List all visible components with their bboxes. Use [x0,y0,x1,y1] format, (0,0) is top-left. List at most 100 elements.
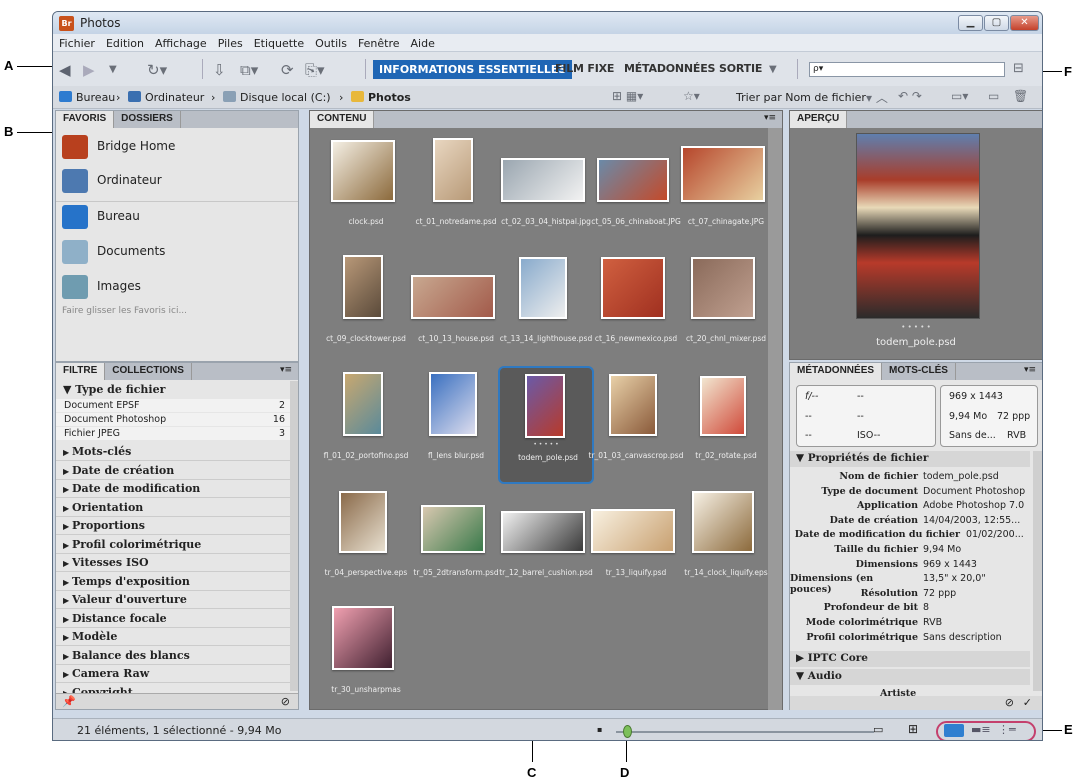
breadcrumb-disk[interactable]: Disque local (C:) [240,91,331,104]
metadata-value[interactable]: Sans description [923,632,1038,643]
menu-aide[interactable]: Aide [405,34,440,50]
search-options-icon[interactable]: ⊟ [1013,61,1024,76]
thumbnail-item[interactable]: tr_02_rotate.psd [678,366,774,484]
filter-category[interactable]: ▶ Modèle [56,628,293,646]
thumbnail-item[interactable]: ct_02_03_04_histpal.jpg [498,132,594,250]
menu-piles[interactable]: Piles [212,34,248,50]
metadata-value[interactable]: 01/02/200... [966,529,1036,540]
camera-download-icon[interactable]: ⇩ [213,61,226,79]
metadata-value[interactable]: Adobe Photoshop 7.0 [923,500,1038,511]
filter-category[interactable]: ▶ Mots-clés [56,443,293,461]
filter-category[interactable]: ▶ Date de création [56,462,293,480]
star-filter-icon[interactable]: ☆▾ [683,89,700,103]
maximize-button[interactable]: ▢ [984,15,1009,31]
metadata-section-iptc[interactable]: ▶ IPTC Core [790,651,1030,667]
thumbnail-quality-icon[interactable]: ⊞ ▦▾ [612,89,643,103]
metadata-section-audio[interactable]: ▼ Audio [790,669,1030,685]
thumbnail-item[interactable]: clock.psd [318,132,414,250]
thumbnail-item[interactable]: ct_07_chinagate.JPG [678,132,774,250]
tab-apercu[interactable]: APERÇU [790,111,848,128]
tab-mots-cles[interactable]: MOTS-CLÉS [882,363,956,380]
favorite-documents[interactable]: Documents [62,238,292,268]
filter-filetype-epsf[interactable]: Document EPSF 2 [56,399,293,412]
metadata-value[interactable]: 13,5" x 20,0" [923,573,1038,584]
filter-filetype-psd[interactable]: Document Photoshop 16 [56,413,293,426]
thumbnail-item[interactable]: tr_12_barrel_cushion.psd [498,483,594,601]
menu-outils[interactable]: Outils [309,34,352,50]
panel-menu-icon[interactable]: ▾≡ [1024,365,1036,375]
filter-category[interactable]: ▶ Proportions [56,517,293,535]
thumbnail-item[interactable]: fl_01_02_portofino.psd [318,366,414,484]
details-view-icon[interactable]: ▬≡ [971,723,991,736]
zoom-small-icon[interactable]: ▪ [597,725,602,734]
trash-icon[interactable]: 🗑 [1013,89,1028,103]
metadata-value[interactable]: RVB [923,617,1038,628]
pin-icon[interactable]: 📌 [62,695,76,708]
new-folder-icon[interactable]: ▭ [988,89,999,103]
recent-files-icon[interactable]: ↻▾ [147,61,167,79]
workspace-chevron-down-icon[interactable]: ▼ [769,64,777,75]
preview-rating-dots[interactable]: • • • • • [790,323,1042,331]
thumbnail-item[interactable]: ct_10_13_house.psd [408,249,504,367]
search-input[interactable]: ρ▾ [809,62,1005,77]
thumbnail-zoom-slider[interactable] [616,731,874,733]
panel-menu-icon[interactable]: ▾≡ [764,113,776,123]
tab-favoris[interactable]: FAVORIS [56,111,115,128]
metadata-value[interactable]: 8 [923,602,1038,613]
filter-category[interactable]: ▶ Temps d'exposition [56,573,293,591]
favorite-images[interactable]: Images [62,273,292,303]
sort-order-icon[interactable]: ▾ ︿ [866,89,888,106]
metadata-value[interactable]: todem_pole.psd [923,471,1038,482]
tab-dossiers[interactable]: DOSSIERS [114,111,181,128]
thumbnail-item[interactable]: tr_30_unsharpmas [318,600,414,718]
zoom-large-icon[interactable]: ▭ [873,723,883,736]
thumbnail-item[interactable]: ct_05_06_chinaboat.JPG [588,132,684,250]
workspace-metadata-tab[interactable]: MÉTADONNÉES [624,62,715,75]
workspace-essentials-tab[interactable]: INFORMATIONS ESSENTIELLES [373,60,573,79]
thumbnail-item[interactable]: fl_lens blur.psd [408,366,504,484]
menu-fichier[interactable]: Fichier [53,34,100,50]
menu-affichage[interactable]: Affichage [149,34,212,50]
filter-category[interactable]: ▶ Balance des blancs [56,647,293,665]
list-view-icon[interactable]: ⋮═ [998,723,1016,736]
thumbnail-item[interactable]: tr_14_clock_liquify.eps [678,483,774,601]
metadata-value[interactable]: 969 x 1443 [923,559,1038,570]
sort-dropdown[interactable]: Trier par Nom de fichier [736,91,866,104]
chevron-down-icon[interactable]: ▼ [109,64,117,75]
cancel-icon[interactable]: ⊘ [1005,696,1014,709]
back-arrow-icon[interactable]: ◀ [59,61,71,79]
open-folder-icon[interactable]: ▭▾ [951,89,968,103]
rating-dots[interactable]: • • • • • [500,441,592,448]
thumbnail-item[interactable]: ct_09_clocktower.psd [318,249,414,367]
tab-contenu[interactable]: CONTENU [310,111,375,128]
zoom-slider-handle[interactable] [623,725,632,738]
metadata-value[interactable]: 14/04/2003, 12:55... [923,515,1038,526]
metadata-value[interactable]: 72 ppp [923,588,1038,599]
menu-etiquette[interactable]: Etiquette [248,34,309,50]
rotate-left-icon[interactable]: ↶ ↷ [898,89,922,103]
output-icon[interactable]: ⎘▾ [305,61,325,79]
filter-filetype-header[interactable]: ▼ Type de fichier [56,381,293,399]
filter-category[interactable]: ▶ Vitesses ISO [56,554,293,572]
tab-collections[interactable]: COLLECTIONS [105,363,192,380]
filter-category[interactable]: ▶ Distance focale [56,610,293,628]
metadata-section-header[interactable]: ▼ Propriétés de fichier [790,451,1030,467]
workspace-filmstrip-tab[interactable]: FILM FIXE [555,62,614,75]
breadcrumb-ordinateur[interactable]: Ordinateur [145,91,204,104]
filter-category[interactable]: ▶ Camera Raw [56,665,293,683]
preview-image[interactable] [856,133,980,319]
filter-filetype-jpeg[interactable]: Fichier JPEG 3 [56,427,293,440]
workspace-output-tab[interactable]: SORTIE [719,62,762,75]
thumbnail-item[interactable]: ct_16_newmexico.psd [588,249,684,367]
filter-category[interactable]: ▶ Profil colorimétrique [56,536,293,554]
thumbnail-item[interactable]: ct_13_14_lighthouse.psd [498,249,594,367]
filter-scrollbar[interactable] [290,381,298,691]
thumbnail-item[interactable]: todem_pole.psd • • • • • [498,366,594,484]
apply-check-icon[interactable]: ✓ [1023,696,1032,709]
favorite-ordinateur[interactable]: Ordinateur [62,167,292,197]
panel-menu-icon[interactable]: ▾≡ [280,365,292,375]
metadata-scrollbar[interactable] [1033,451,1042,691]
favorite-bureau[interactable]: Bureau [62,203,292,233]
breadcrumb-photos[interactable]: Photos [368,91,411,104]
thumbnail-item[interactable]: ct_01_notredame.psd [408,132,504,250]
